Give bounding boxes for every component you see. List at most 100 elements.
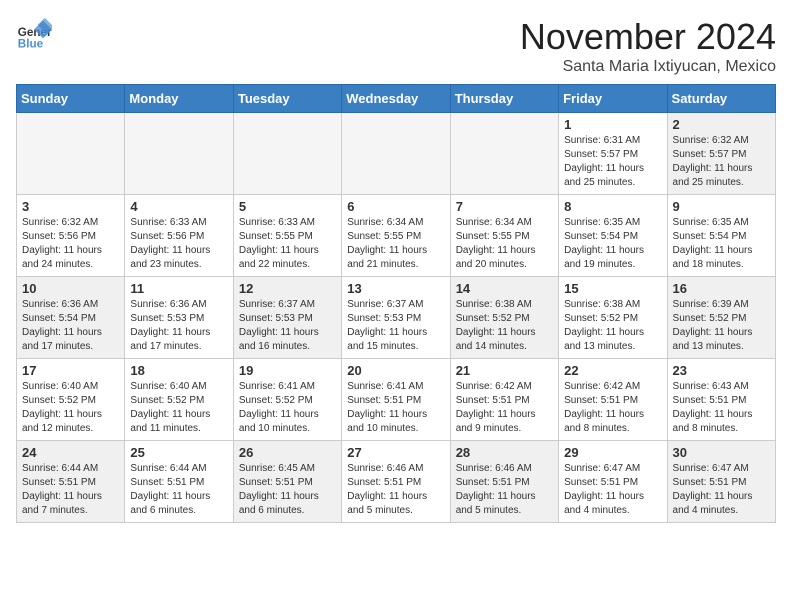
day-number: 25 bbox=[130, 445, 227, 460]
day-info: Sunrise: 6:46 AM Sunset: 5:51 PM Dayligh… bbox=[347, 462, 444, 518]
svg-text:Blue: Blue bbox=[18, 38, 44, 51]
calendar-cell: 8 Sunrise: 6:35 AM Sunset: 5:54 PM Daylig… bbox=[559, 195, 667, 277]
day-number: 8 bbox=[564, 199, 661, 214]
location-title: Santa Maria Ixtiyucan, Mexico bbox=[520, 58, 776, 76]
calendar-cell: 28 Sunrise: 6:46 AM Sunset: 5:51 PM Dayli… bbox=[450, 441, 558, 523]
day-number: 30 bbox=[673, 445, 770, 460]
calendar-day-header-thursday: Thursday bbox=[450, 85, 558, 113]
day-number: 7 bbox=[456, 199, 553, 214]
day-number: 12 bbox=[239, 281, 336, 296]
day-number: 10 bbox=[22, 281, 119, 296]
calendar-cell: 5 Sunrise: 6:33 AM Sunset: 5:55 PM Daylig… bbox=[233, 195, 341, 277]
calendar-cell: 21 Sunrise: 6:42 AM Sunset: 5:51 PM Dayli… bbox=[450, 359, 558, 441]
day-info: Sunrise: 6:34 AM Sunset: 5:55 PM Dayligh… bbox=[347, 216, 444, 272]
calendar-cell: 18 Sunrise: 6:40 AM Sunset: 5:52 PM Dayli… bbox=[125, 359, 233, 441]
calendar-cell bbox=[233, 113, 341, 195]
calendar-cell: 4 Sunrise: 6:33 AM Sunset: 5:56 PM Daylig… bbox=[125, 195, 233, 277]
day-number: 13 bbox=[347, 281, 444, 296]
day-number: 23 bbox=[673, 363, 770, 378]
day-number: 28 bbox=[456, 445, 553, 460]
calendar-cell: 22 Sunrise: 6:42 AM Sunset: 5:51 PM Dayli… bbox=[559, 359, 667, 441]
day-number: 26 bbox=[239, 445, 336, 460]
day-number: 9 bbox=[673, 199, 770, 214]
calendar-cell: 7 Sunrise: 6:34 AM Sunset: 5:55 PM Daylig… bbox=[450, 195, 558, 277]
day-number: 24 bbox=[22, 445, 119, 460]
calendar-cell: 14 Sunrise: 6:38 AM Sunset: 5:52 PM Dayli… bbox=[450, 277, 558, 359]
day-info: Sunrise: 6:36 AM Sunset: 5:54 PM Dayligh… bbox=[22, 298, 119, 354]
day-number: 1 bbox=[564, 117, 661, 132]
calendar-cell: 16 Sunrise: 6:39 AM Sunset: 5:52 PM Dayli… bbox=[667, 277, 775, 359]
calendar-day-header-sunday: Sunday bbox=[17, 85, 125, 113]
calendar-day-header-friday: Friday bbox=[559, 85, 667, 113]
calendar-week-row: 17 Sunrise: 6:40 AM Sunset: 5:52 PM Dayli… bbox=[17, 359, 776, 441]
day-info: Sunrise: 6:47 AM Sunset: 5:51 PM Dayligh… bbox=[564, 462, 661, 518]
day-number: 6 bbox=[347, 199, 444, 214]
calendar-cell: 12 Sunrise: 6:37 AM Sunset: 5:53 PM Dayli… bbox=[233, 277, 341, 359]
calendar-table: SundayMondayTuesdayWednesdayThursdayFrid… bbox=[16, 84, 776, 523]
month-title: November 2024 bbox=[520, 16, 776, 58]
calendar-cell: 13Sunrise: 6:37 AM Sunset: 5:53 PM Dayli… bbox=[342, 277, 450, 359]
calendar-cell: 9 Sunrise: 6:35 AM Sunset: 5:54 PM Daylig… bbox=[667, 195, 775, 277]
day-number: 15 bbox=[564, 281, 661, 296]
calendar-header-row: SundayMondayTuesdayWednesdayThursdayFrid… bbox=[17, 85, 776, 113]
day-info: Sunrise: 6:33 AM Sunset: 5:56 PM Dayligh… bbox=[130, 216, 227, 272]
calendar-day-header-tuesday: Tuesday bbox=[233, 85, 341, 113]
calendar-cell: 6 Sunrise: 6:34 AM Sunset: 5:55 PM Daylig… bbox=[342, 195, 450, 277]
day-info: Sunrise: 6:32 AM Sunset: 5:57 PM Dayligh… bbox=[673, 134, 770, 190]
day-info: Sunrise: 6:35 AM Sunset: 5:54 PM Dayligh… bbox=[673, 216, 770, 272]
day-number: 21 bbox=[456, 363, 553, 378]
calendar-cell: 15 Sunrise: 6:38 AM Sunset: 5:52 PM Dayli… bbox=[559, 277, 667, 359]
day-number: 29 bbox=[564, 445, 661, 460]
day-number: 5 bbox=[239, 199, 336, 214]
day-number: 14 bbox=[456, 281, 553, 296]
day-info: Sunrise: 6:35 AM Sunset: 5:54 PM Dayligh… bbox=[564, 216, 661, 272]
calendar-day-header-wednesday: Wednesday bbox=[342, 85, 450, 113]
calendar-cell: 1 Sunrise: 6:31 AM Sunset: 5:57 PM Daylig… bbox=[559, 113, 667, 195]
calendar-day-header-saturday: Saturday bbox=[667, 85, 775, 113]
day-number: 18 bbox=[130, 363, 227, 378]
day-info: Sunrise: 6:34 AM Sunset: 5:55 PM Dayligh… bbox=[456, 216, 553, 272]
day-info: Sunrise: 6:32 AM Sunset: 5:56 PM Dayligh… bbox=[22, 216, 119, 272]
day-info: Sunrise: 6:38 AM Sunset: 5:52 PM Dayligh… bbox=[564, 298, 661, 354]
title-section: November 2024 Santa Maria Ixtiyucan, Mex… bbox=[520, 16, 776, 76]
day-number: 17 bbox=[22, 363, 119, 378]
calendar-cell: 20 Sunrise: 6:41 AM Sunset: 5:51 PM Dayli… bbox=[342, 359, 450, 441]
day-info: Sunrise: 6:43 AM Sunset: 5:51 PM Dayligh… bbox=[673, 380, 770, 436]
day-number: 22 bbox=[564, 363, 661, 378]
day-info: Sunrise: 6:39 AM Sunset: 5:52 PM Dayligh… bbox=[673, 298, 770, 354]
calendar-week-row: 24Sunrise: 6:44 AM Sunset: 5:51 PM Dayli… bbox=[17, 441, 776, 523]
day-info: Sunrise: 6:42 AM Sunset: 5:51 PM Dayligh… bbox=[456, 380, 553, 436]
day-info: Sunrise: 6:41 AM Sunset: 5:51 PM Dayligh… bbox=[347, 380, 444, 436]
day-info: Sunrise: 6:40 AM Sunset: 5:52 PM Dayligh… bbox=[130, 380, 227, 436]
day-number: 20 bbox=[347, 363, 444, 378]
calendar-week-row: 1 Sunrise: 6:31 AM Sunset: 5:57 PM Daylig… bbox=[17, 113, 776, 195]
calendar-cell bbox=[450, 113, 558, 195]
day-info: Sunrise: 6:46 AM Sunset: 5:51 PM Dayligh… bbox=[456, 462, 553, 518]
calendar-cell: 19Sunrise: 6:41 AM Sunset: 5:52 PM Dayli… bbox=[233, 359, 341, 441]
day-info: Sunrise: 6:45 AM Sunset: 5:51 PM Dayligh… bbox=[239, 462, 336, 518]
day-number: 16 bbox=[673, 281, 770, 296]
day-info: Sunrise: 6:37 AM Sunset: 5:53 PM Dayligh… bbox=[239, 298, 336, 354]
day-info: Sunrise: 6:40 AM Sunset: 5:52 PM Dayligh… bbox=[22, 380, 119, 436]
page-header: General Blue November 2024 Santa Maria I… bbox=[16, 16, 776, 76]
calendar-cell: 10 Sunrise: 6:36 AM Sunset: 5:54 PM Dayli… bbox=[17, 277, 125, 359]
calendar-cell: 23 Sunrise: 6:43 AM Sunset: 5:51 PM Dayli… bbox=[667, 359, 775, 441]
calendar-cell: 27Sunrise: 6:46 AM Sunset: 5:51 PM Dayli… bbox=[342, 441, 450, 523]
day-info: Sunrise: 6:42 AM Sunset: 5:51 PM Dayligh… bbox=[564, 380, 661, 436]
day-number: 19 bbox=[239, 363, 336, 378]
day-info: Sunrise: 6:31 AM Sunset: 5:57 PM Dayligh… bbox=[564, 134, 661, 190]
day-number: 4 bbox=[130, 199, 227, 214]
calendar-cell bbox=[17, 113, 125, 195]
calendar-cell: 29 Sunrise: 6:47 AM Sunset: 5:51 PM Dayli… bbox=[559, 441, 667, 523]
calendar-cell: 2 Sunrise: 6:32 AM Sunset: 5:57 PM Daylig… bbox=[667, 113, 775, 195]
calendar-cell: 26 Sunrise: 6:45 AM Sunset: 5:51 PM Dayli… bbox=[233, 441, 341, 523]
day-info: Sunrise: 6:33 AM Sunset: 5:55 PM Dayligh… bbox=[239, 216, 336, 272]
calendar-cell: 3Sunrise: 6:32 AM Sunset: 5:56 PM Daylig… bbox=[17, 195, 125, 277]
day-number: 2 bbox=[673, 117, 770, 132]
day-info: Sunrise: 6:38 AM Sunset: 5:52 PM Dayligh… bbox=[456, 298, 553, 354]
calendar-day-header-monday: Monday bbox=[125, 85, 233, 113]
logo: General Blue bbox=[16, 16, 52, 52]
day-number: 11 bbox=[130, 281, 227, 296]
day-info: Sunrise: 6:36 AM Sunset: 5:53 PM Dayligh… bbox=[130, 298, 227, 354]
calendar-cell: 11 Sunrise: 6:36 AM Sunset: 5:53 PM Dayli… bbox=[125, 277, 233, 359]
